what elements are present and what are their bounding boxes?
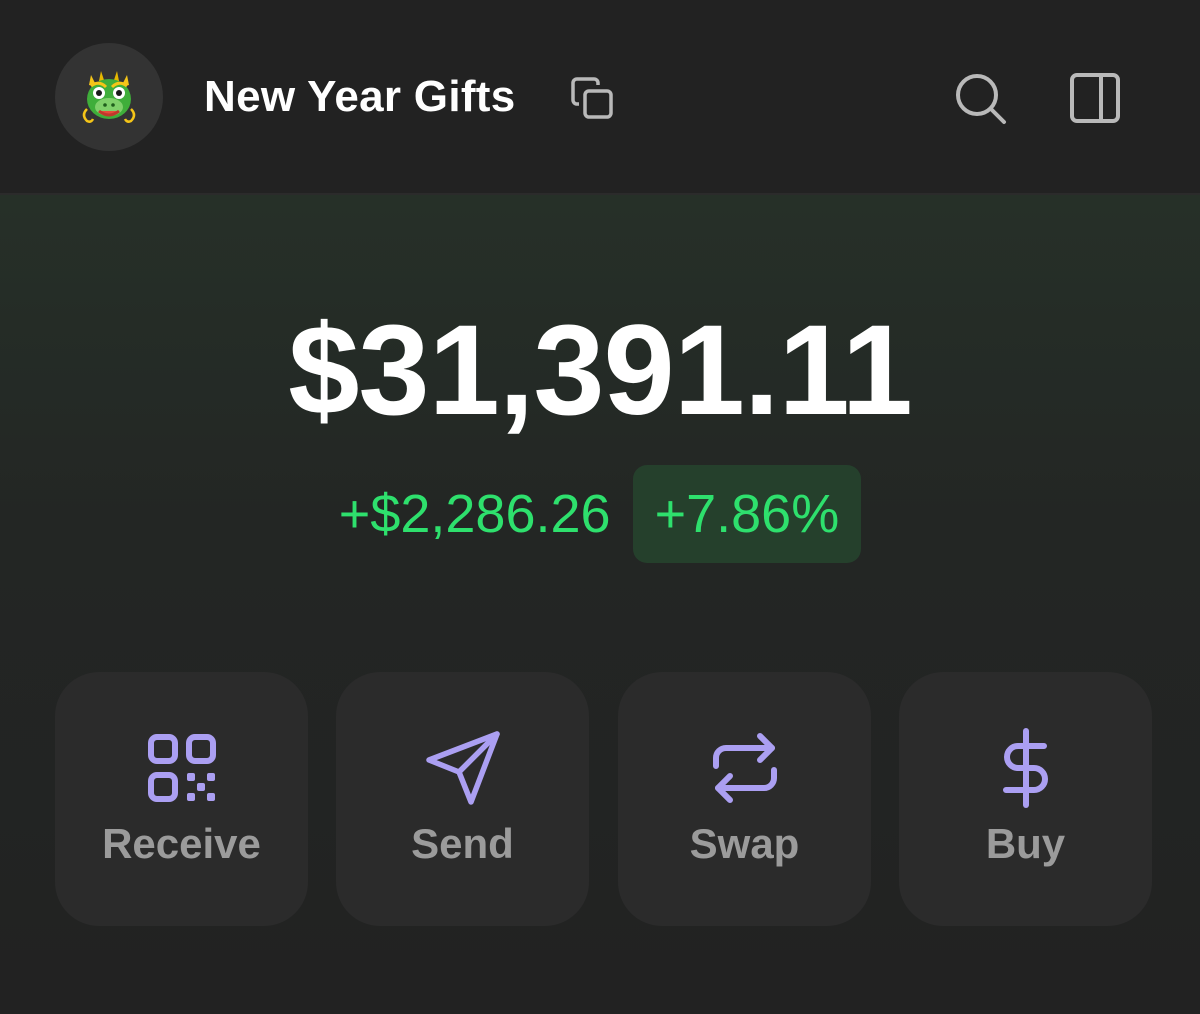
header: New Year Gifts (0, 0, 1200, 195)
swap-button[interactable]: Swap (618, 672, 871, 926)
send-icon (425, 731, 500, 805)
change-percent-badge: +7.86% (632, 465, 862, 563)
change-amount: +$2,286.26 (338, 484, 611, 544)
dragon-face-icon (82, 71, 136, 123)
action-buttons: Receive Send Swap Buy (55, 672, 1153, 926)
wallet-name[interactable]: New Year Gifts (204, 70, 516, 124)
copy-button[interactable] (566, 72, 618, 124)
buy-label: Buy (985, 820, 1066, 867)
search-button[interactable] (950, 68, 1010, 128)
search-icon (956, 74, 1006, 124)
side-panel-icon (1070, 73, 1120, 123)
buy-button[interactable]: Buy (899, 672, 1152, 926)
receive-button[interactable]: Receive (55, 672, 308, 926)
receive-label: Receive (102, 820, 261, 867)
send-label: Send (411, 820, 514, 867)
swap-label: Swap (689, 820, 800, 867)
total-balance: $31,391.11 (288, 299, 913, 442)
dollar-icon (1002, 728, 1048, 808)
send-button[interactable]: Send (336, 672, 589, 926)
swap-arrows-icon (712, 733, 777, 803)
account-avatar[interactable] (55, 43, 163, 151)
side-panel-button[interactable] (1066, 70, 1124, 126)
balance-change-row: +$2,286.26 +7.86% (0, 465, 1200, 563)
copy-icon (571, 77, 613, 119)
portfolio-section: $31,391.11 +$2,286.26 +7.86% Receive Sen… (0, 195, 1200, 1014)
wallet-app: New Year Gifts $31,391.11 +$2,286.26 +7.… (0, 0, 1200, 1014)
qr-code-icon (147, 734, 216, 802)
